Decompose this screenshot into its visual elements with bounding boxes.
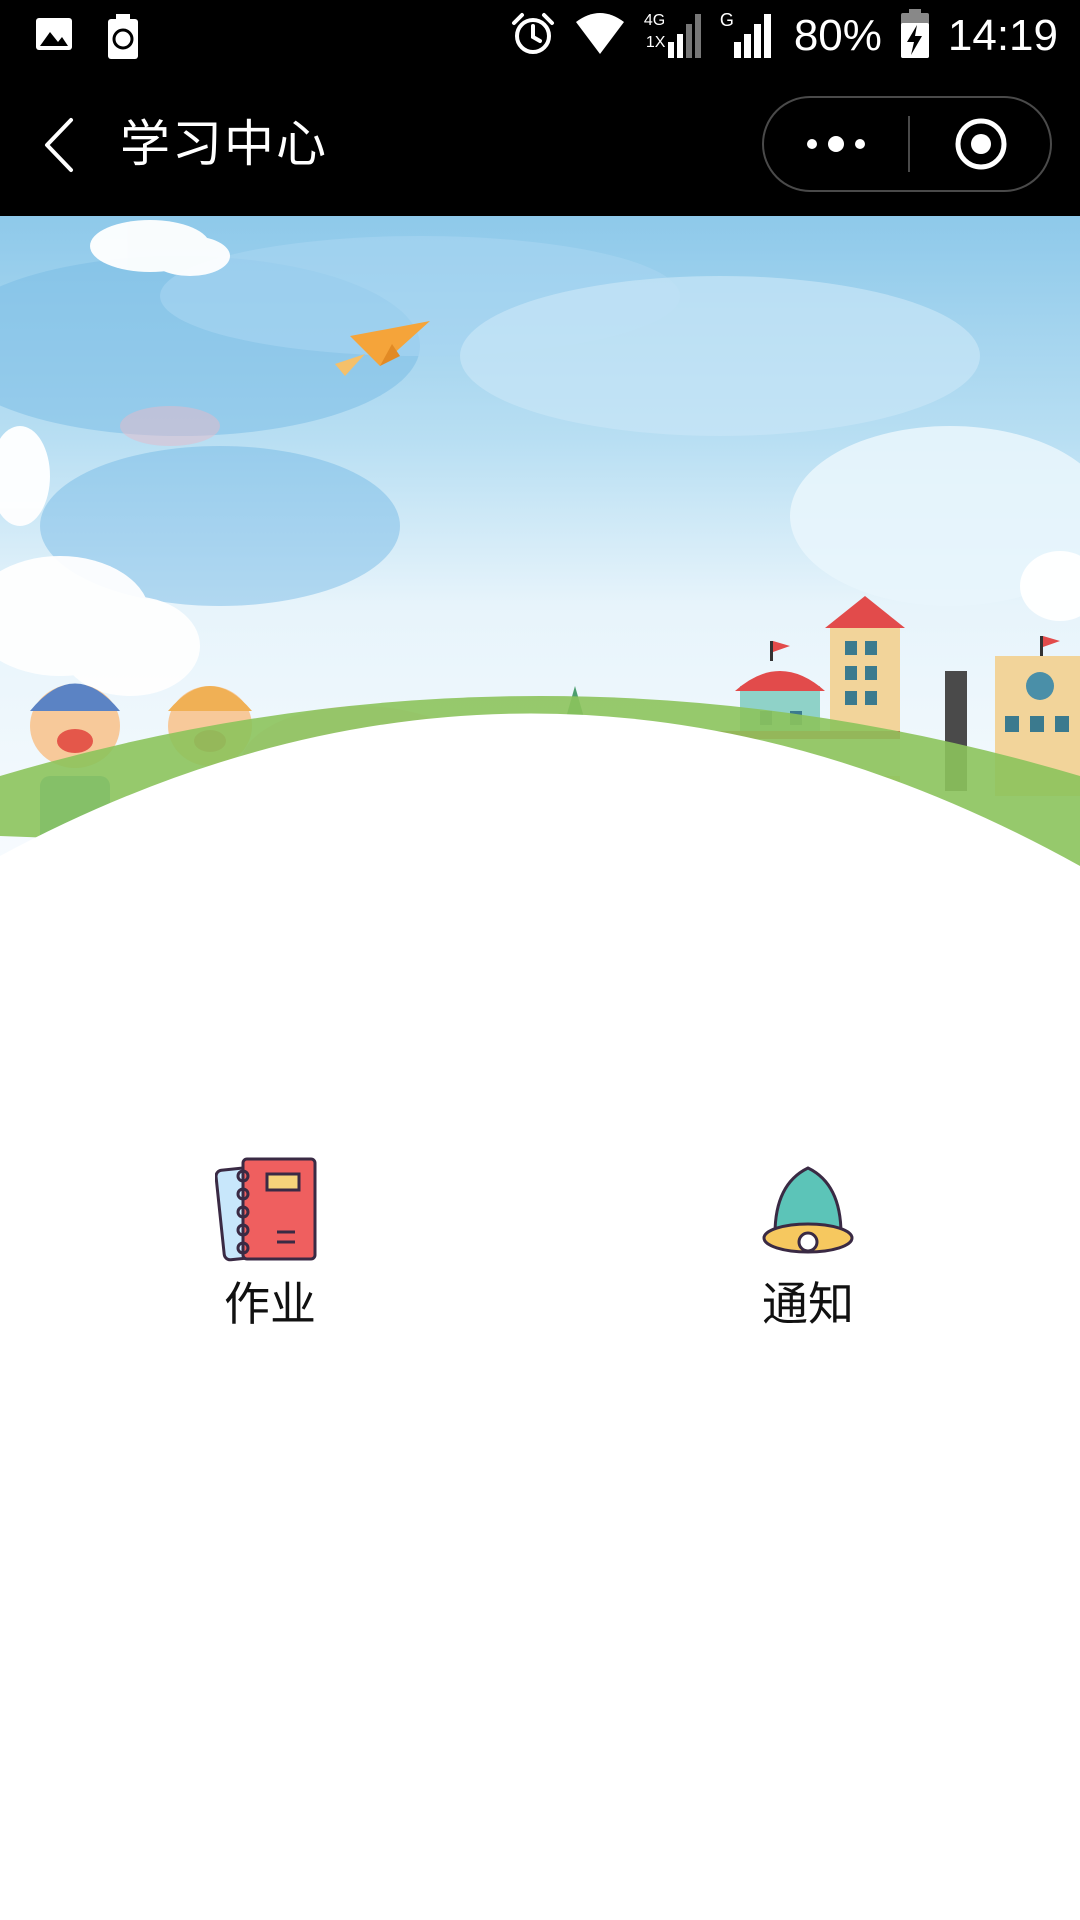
notice-label: 通知 <box>762 1277 854 1331</box>
alarm-icon <box>510 11 556 61</box>
more-button[interactable] <box>764 98 908 190</box>
target-close-icon <box>955 118 1007 170</box>
battery-percent: 80% <box>793 11 882 60</box>
page-title: 学习中心 <box>120 115 328 173</box>
bell-icon <box>762 1166 854 1254</box>
homework-label: 作业 <box>224 1277 316 1331</box>
charging-battery-icon <box>900 9 930 63</box>
navigation-bar: 学习中心 <box>0 72 1080 216</box>
clock: 14:19 <box>947 11 1058 60</box>
mini-program-capsule <box>762 96 1052 192</box>
signal-icon-2: G <box>720 10 776 62</box>
back-button[interactable] <box>28 110 88 180</box>
feature-menu: 作业 通知 <box>0 1140 1080 1360</box>
notice-entry[interactable]: 通知 <box>708 1140 908 1340</box>
banner-illustration <box>0 216 1080 866</box>
close-button[interactable] <box>910 98 1052 190</box>
battery-saver-icon <box>106 14 140 64</box>
wifi-icon <box>574 12 626 60</box>
signal-icon: 4G 1X <box>644 10 702 62</box>
status-bar: 4G 1X G 80% 14:19 <box>0 0 1080 72</box>
more-dots-icon <box>807 136 865 152</box>
homework-entry[interactable]: 作业 <box>170 1140 370 1340</box>
notebook-icon <box>215 1157 317 1262</box>
chevron-left-icon <box>45 118 73 172</box>
image-icon <box>34 14 74 64</box>
